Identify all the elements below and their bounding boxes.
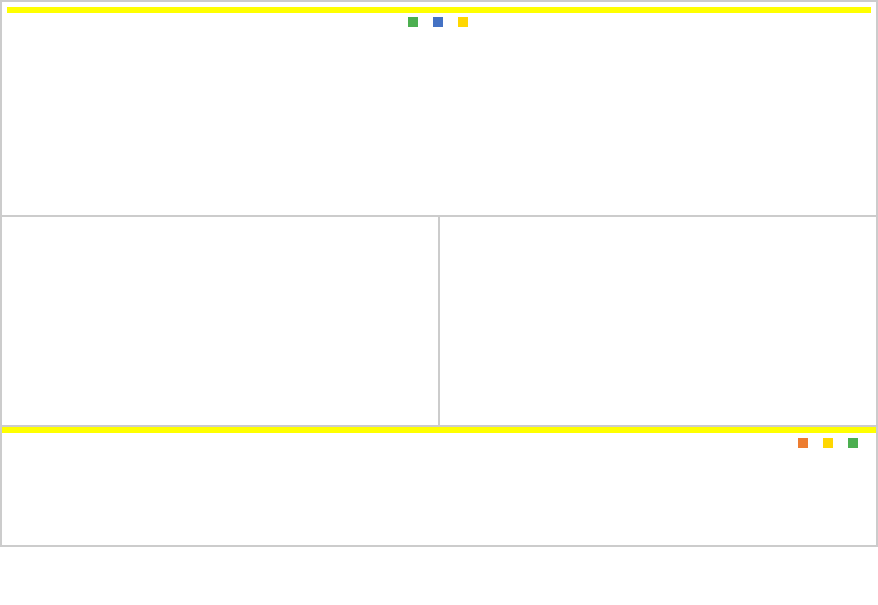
dashboard xyxy=(0,0,878,547)
section-params xyxy=(2,427,876,545)
bar-chart-wrapper xyxy=(7,30,871,210)
section-financials xyxy=(2,2,876,217)
section-risk xyxy=(440,217,876,425)
legend-remaining xyxy=(458,17,471,27)
legend-actual-box xyxy=(433,17,443,27)
section-resource xyxy=(2,217,440,425)
params-y-axis xyxy=(7,450,37,522)
legend-actual xyxy=(433,17,446,27)
params-title xyxy=(2,427,876,433)
legend-planned-box xyxy=(408,17,418,27)
legend-pending-box xyxy=(848,438,858,448)
financials-title xyxy=(7,7,871,13)
pie-container xyxy=(7,225,433,400)
pie-chart xyxy=(7,228,177,398)
params-bar-chart xyxy=(7,450,871,540)
section-middle xyxy=(2,217,876,427)
legend-planned xyxy=(408,17,421,27)
params-legend xyxy=(7,438,871,448)
chart-legend xyxy=(7,17,871,27)
legend-pending xyxy=(848,438,861,448)
donut-chart xyxy=(533,220,783,405)
legend-change-box xyxy=(823,438,833,448)
bar-chart xyxy=(7,30,871,210)
donut-container xyxy=(445,225,871,400)
legend-issues xyxy=(798,438,811,448)
y-axis xyxy=(7,30,62,190)
legend-change xyxy=(823,438,836,448)
legend-remaining-box xyxy=(458,17,468,27)
legend-issues-box xyxy=(798,438,808,448)
